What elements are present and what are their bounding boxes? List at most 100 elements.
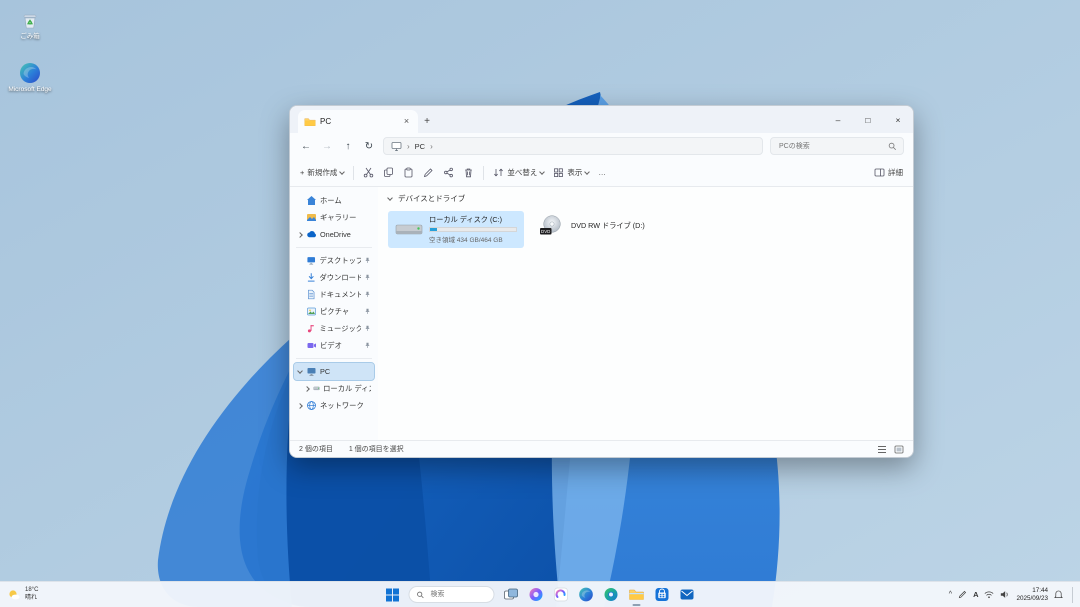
explorer-search-box[interactable] — [770, 137, 904, 155]
taskbar-search-box[interactable] — [409, 586, 495, 603]
copy-icon — [383, 167, 394, 178]
file-explorer-window: PC × + – □ × ← → ↑ ↻ › PC › — [289, 105, 914, 458]
tab-pc[interactable]: PC × — [298, 110, 418, 133]
back-button[interactable]: ← — [299, 141, 313, 152]
tab-bar: PC × + – □ × — [290, 106, 913, 133]
desktop-icon-edge[interactable]: Microsoft Edge — [4, 62, 56, 93]
task-view-button[interactable] — [503, 582, 520, 607]
pictures-icon — [306, 306, 317, 317]
desktop-icon-recycle-bin[interactable]: ごみ箱 — [4, 9, 56, 40]
notification-bell-icon[interactable] — [1054, 590, 1063, 600]
sidebar-item-home[interactable]: ホーム — [294, 192, 374, 209]
explorer-search-input[interactable] — [777, 142, 884, 151]
start-button[interactable] — [385, 582, 401, 607]
tray-time: 17:44 — [1032, 587, 1048, 595]
weather-sun-icon — [7, 588, 21, 602]
music-icon — [306, 323, 316, 334]
pin-icon — [364, 257, 371, 264]
microsoft-365-icon — [554, 587, 569, 602]
chrome-icon — [604, 587, 619, 602]
devices-and-drives-section-header[interactable]: デバイスとドライブ — [388, 193, 903, 204]
sidebar-separator — [296, 358, 372, 359]
free-space-label: 空き領域 434 GB/464 GB — [429, 234, 517, 244]
selection-count: 1 個の項目を選択 — [349, 444, 404, 454]
pen-icon[interactable] — [958, 590, 967, 599]
paste-icon — [403, 167, 414, 178]
view-button[interactable]: 表示 — [553, 167, 589, 178]
address-bar[interactable]: › PC › — [383, 137, 763, 155]
pin-icon — [364, 274, 371, 281]
toolbar-divider — [353, 166, 354, 180]
chrome-button[interactable] — [603, 582, 620, 607]
drive-c-tile[interactable]: ローカル ディスク (C:) 空き領域 434 GB/464 GB — [388, 211, 524, 248]
drive-tiles: ローカル ディスク (C:) 空き領域 434 GB/464 GB — [388, 211, 903, 248]
copilot-button[interactable] — [528, 582, 545, 607]
up-button[interactable]: ↑ — [341, 141, 355, 152]
gallery-icon — [306, 212, 317, 223]
maximize-button[interactable]: □ — [853, 106, 883, 133]
edge-icon — [579, 587, 594, 602]
sidebar-item-local-disk-c[interactable]: ローカル ディスク (C:) — [294, 380, 374, 397]
tab-close-icon[interactable]: × — [401, 116, 412, 127]
file-explorer-button[interactable] — [628, 582, 646, 607]
hard-drive-icon — [395, 220, 423, 240]
outlook-button[interactable] — [679, 582, 696, 607]
tray-date: 2025/09/23 — [1016, 595, 1048, 603]
capacity-bar — [429, 227, 517, 232]
sidebar-item-network[interactable]: ネットワーク — [294, 397, 374, 414]
new-tab-button[interactable]: + — [418, 110, 436, 133]
sidebar-item-pictures[interactable]: ピクチャ — [294, 303, 374, 320]
sidebar-item-gallery[interactable]: ギャラリー — [294, 209, 374, 226]
paste-button[interactable] — [403, 167, 414, 178]
edge-button[interactable] — [578, 582, 595, 607]
details-view-icon[interactable] — [877, 445, 887, 454]
tray-chevron-up-icon[interactable]: ^ — [949, 591, 952, 598]
wifi-icon[interactable] — [984, 590, 994, 599]
show-desktop-button[interactable] — [1072, 587, 1075, 603]
cut-button[interactable] — [363, 167, 374, 178]
downloads-icon — [306, 272, 316, 283]
search-icon — [888, 142, 897, 151]
more-button[interactable]: … — [598, 168, 606, 177]
taskbar-clock[interactable]: 17:44 2025/09/23 — [1016, 587, 1048, 602]
desktop: ごみ箱 Microsoft Edge PC × + – □ × — [0, 0, 1080, 607]
share-button[interactable] — [443, 167, 454, 178]
chevron-down-icon — [585, 169, 591, 175]
details-toggle-button[interactable]: 詳細 — [874, 167, 903, 178]
weather-widget[interactable]: 18°C 晴れ — [7, 582, 38, 607]
refresh-button[interactable]: ↻ — [362, 141, 376, 152]
sidebar-item-pc[interactable]: PC — [294, 363, 374, 380]
chevron-down-icon — [387, 195, 393, 201]
sidebar-item-music[interactable]: ミュージック — [294, 320, 374, 337]
delete-button[interactable] — [463, 167, 474, 178]
sidebar-item-videos[interactable]: ビデオ — [294, 337, 374, 354]
forward-button[interactable]: → — [320, 141, 334, 152]
sidebar-item-documents[interactable]: ドキュメント — [294, 286, 374, 303]
dvd-drive-tile[interactable]: DVD DVD RW ドライブ (D:) — [532, 211, 652, 241]
breadcrumb-chevron-icon[interactable]: › — [430, 142, 433, 151]
sidebar-item-downloads[interactable]: ダウンロード — [294, 269, 374, 286]
volume-icon[interactable] — [1000, 590, 1010, 599]
copy-button[interactable] — [383, 167, 394, 178]
window-body: ホーム ギャラリー OneDrive — [290, 187, 913, 440]
close-button[interactable]: × — [883, 106, 913, 133]
minimize-button[interactable]: – — [823, 106, 853, 133]
taskbar-search-input[interactable] — [429, 590, 487, 599]
ime-indicator[interactable]: A — [973, 590, 978, 599]
microsoft-store-icon — [655, 587, 670, 602]
microsoft-365-button[interactable] — [553, 582, 570, 607]
drive-name: DVD RW ドライブ (D:) — [571, 221, 645, 231]
desktop-icon-label: Microsoft Edge — [8, 86, 51, 93]
sort-button[interactable]: 並べ替え — [493, 167, 544, 178]
sidebar-item-desktop[interactable]: デスクトップ — [294, 252, 374, 269]
desktop-icon-label: ごみ箱 — [20, 33, 40, 40]
sidebar-item-onedrive[interactable]: OneDrive — [294, 226, 374, 243]
new-button[interactable]: + 新規作成 — [300, 167, 344, 178]
rename-icon — [423, 167, 434, 178]
large-icons-view-icon[interactable] — [894, 445, 904, 454]
store-button[interactable] — [654, 582, 671, 607]
item-count: 2 個の項目 — [299, 444, 333, 454]
breadcrumb-segment-pc[interactable]: PC — [415, 142, 425, 151]
rename-button[interactable] — [423, 167, 434, 178]
taskbar: 18°C 晴れ — [0, 581, 1080, 607]
